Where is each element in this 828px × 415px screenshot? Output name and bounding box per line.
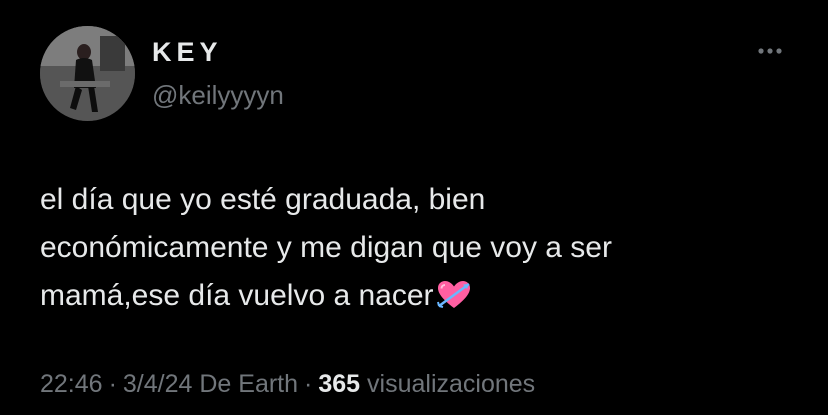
tweet-time[interactable]: 22:46	[40, 370, 103, 398]
profile-photo	[40, 26, 135, 121]
tweet-line-last: mamá,ese día vuelvo a nacer	[40, 272, 780, 320]
separator: ·	[108, 370, 117, 398]
tweet-line: mamá,ese día vuelvo a nacer	[40, 279, 434, 312]
tweet-source: De Earth	[199, 370, 299, 398]
tweet-line: económicamente y me digan que voy a ser	[40, 231, 612, 264]
avatar[interactable]	[40, 26, 135, 121]
views-count[interactable]: 365	[318, 370, 360, 398]
tweet-line: el día que yo esté graduada, bien	[40, 183, 486, 216]
user-handle[interactable]: @keilyyyyn	[152, 80, 284, 111]
tweet-text: el día que yo esté graduada, bien económ…	[40, 176, 780, 320]
views-label: visualizaciones	[367, 370, 536, 398]
display-name[interactable]: KEY	[152, 37, 223, 68]
separator: ·	[304, 370, 313, 398]
tweet-date[interactable]: 3/4/24	[123, 370, 193, 398]
tweet-metadata: 22:46 · 3/4/24 De Earth · 365 visualizacione…	[40, 370, 535, 399]
heart-with-arrow-emoji-icon	[436, 281, 470, 308]
more-options-icon[interactable]	[755, 36, 785, 66]
